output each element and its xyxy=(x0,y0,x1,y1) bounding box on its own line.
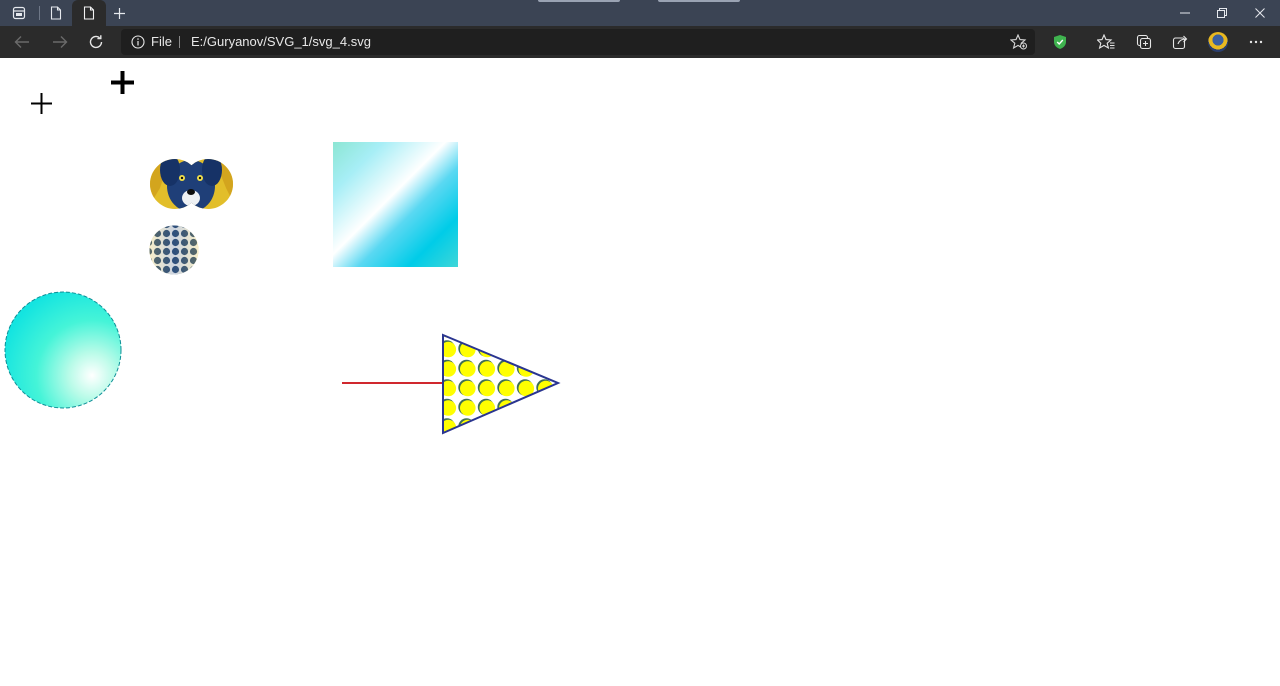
minimize-icon xyxy=(1180,12,1190,14)
plus-icon xyxy=(113,7,125,19)
address-separator xyxy=(179,36,180,48)
refresh-icon xyxy=(89,35,103,49)
collections-icon xyxy=(1136,34,1152,50)
gradient-sphere xyxy=(4,291,122,409)
close-window-button[interactable] xyxy=(1242,0,1278,26)
reload-button[interactable] xyxy=(82,28,110,56)
restore-icon xyxy=(1217,8,1227,18)
browser-toolbar: File E:/Guryanov/SVG_1/svg_4.svg xyxy=(0,26,1280,58)
move-cursor-icon xyxy=(111,71,134,94)
pattern-circle xyxy=(149,225,199,275)
tab-actions-icon xyxy=(12,6,26,20)
address-bar[interactable]: File E:/Guryanov/SVG_1/svg_4.svg xyxy=(121,29,1035,55)
svg-document xyxy=(4,142,561,435)
info-icon[interactable] xyxy=(131,35,145,49)
more-icon xyxy=(1249,40,1263,44)
forward-button[interactable] xyxy=(46,28,74,56)
site-scheme-label[interactable]: File xyxy=(151,29,172,55)
tab-strip xyxy=(0,0,1280,26)
dotted-triangle xyxy=(442,333,561,435)
restore-button[interactable] xyxy=(1204,0,1240,26)
back-button[interactable] xyxy=(8,28,36,56)
collections-button[interactable] xyxy=(1130,28,1158,56)
page-icon xyxy=(83,6,95,20)
tab-drag-hint xyxy=(658,0,740,2)
star-add-icon xyxy=(1010,34,1027,50)
more-menu-button[interactable] xyxy=(1242,28,1270,56)
tab-active[interactable] xyxy=(72,0,106,26)
share-icon xyxy=(1172,35,1188,50)
favorites-icon xyxy=(1097,34,1115,50)
tab-inactive[interactable] xyxy=(40,0,72,26)
share-button[interactable] xyxy=(1166,28,1194,56)
add-favorite-button[interactable] xyxy=(1009,33,1029,51)
page-content xyxy=(0,58,1280,686)
gradient-square xyxy=(333,142,458,267)
shield-icon xyxy=(1054,35,1066,49)
arrow-left-icon xyxy=(14,36,29,48)
close-icon xyxy=(1255,8,1265,18)
tracking-prevention-button[interactable] xyxy=(1046,28,1074,56)
new-tab-button[interactable] xyxy=(108,0,130,26)
tab-drag-hint xyxy=(538,0,620,2)
avatar xyxy=(1208,32,1228,52)
url-text[interactable]: E:/Guryanov/SVG_1/svg_4.svg xyxy=(191,29,371,55)
profile-button[interactable] xyxy=(1204,28,1232,56)
crosshair-cursor-icon xyxy=(31,93,52,114)
tab-actions-button[interactable] xyxy=(4,0,34,26)
page-icon xyxy=(50,6,62,20)
minimize-button[interactable] xyxy=(1167,0,1203,26)
arrow-right-icon xyxy=(53,36,68,48)
favorites-button[interactable] xyxy=(1092,28,1120,56)
dog-image-clip xyxy=(150,159,233,209)
